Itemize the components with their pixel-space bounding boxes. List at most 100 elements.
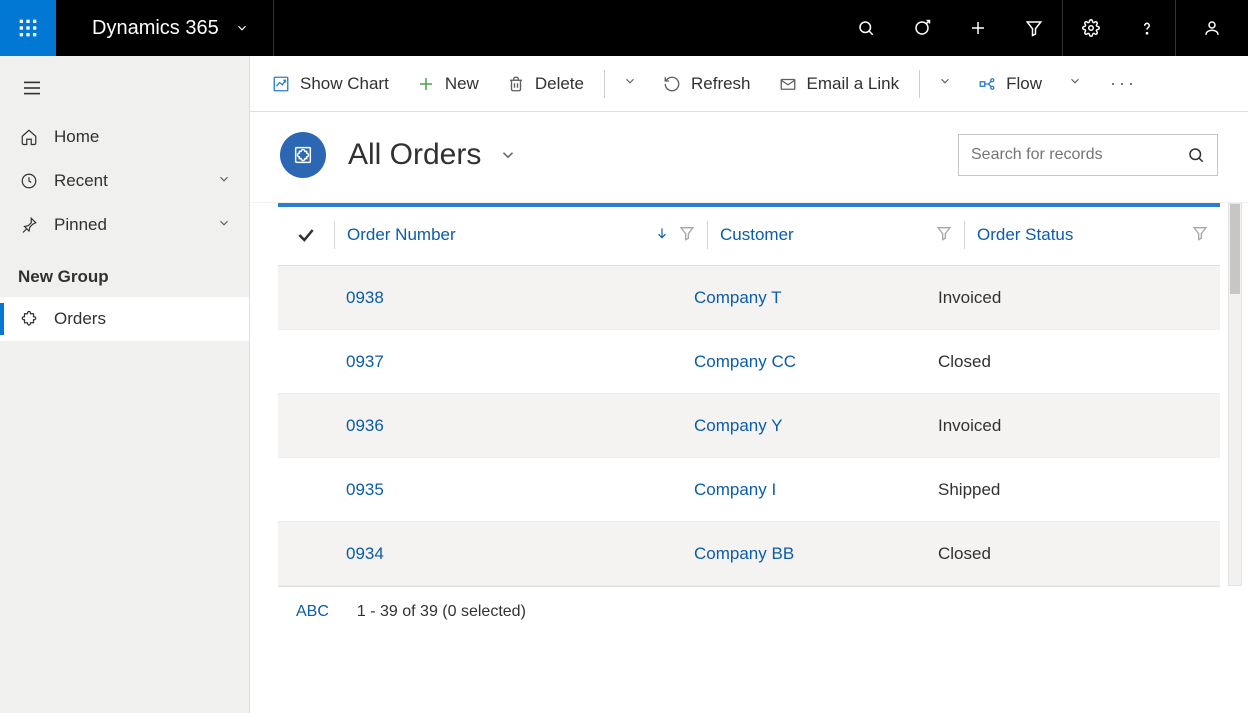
table-row[interactable]: 0938 Company T Invoiced: [278, 266, 1220, 330]
table-row[interactable]: 0936 Company Y Invoiced: [278, 394, 1220, 458]
column-label: Order Number: [347, 225, 456, 245]
cell-status: Closed: [938, 544, 1220, 564]
cell-customer[interactable]: Company T: [694, 288, 938, 308]
add-button[interactable]: [950, 0, 1006, 56]
cmd-label: New: [445, 74, 479, 94]
command-bar: Show Chart New Delete Refresh Email a Li…: [250, 56, 1248, 112]
cell-order-number[interactable]: 0935: [334, 480, 694, 500]
search-records-box[interactable]: [958, 134, 1218, 176]
cmd-label: Flow: [1006, 74, 1042, 94]
new-button[interactable]: New: [405, 66, 491, 102]
top-actions: [838, 0, 1248, 56]
flow-icon: [978, 75, 996, 93]
alpha-filter[interactable]: ABC: [296, 603, 329, 621]
sidebar-item-home[interactable]: Home: [0, 115, 249, 159]
delete-more-button[interactable]: [613, 66, 647, 101]
filter-column-button[interactable]: [936, 225, 952, 246]
pin-icon: [20, 216, 38, 234]
sidebar-item-pinned[interactable]: Pinned: [0, 203, 249, 247]
overflow-button[interactable]: ···: [1096, 65, 1151, 102]
account-button[interactable]: [1176, 0, 1248, 56]
waffle-icon: [18, 18, 38, 38]
hamburger-icon: [22, 80, 42, 96]
help-button[interactable]: [1119, 0, 1175, 56]
show-chart-button[interactable]: Show Chart: [260, 66, 401, 102]
brand-switcher[interactable]: Dynamics 365: [56, 0, 274, 56]
task-button[interactable]: [894, 0, 950, 56]
filter-column-button[interactable]: [1192, 225, 1208, 246]
select-all-checkbox[interactable]: [278, 225, 334, 245]
table-row[interactable]: 0937 Company CC Closed: [278, 330, 1220, 394]
cell-order-number[interactable]: 0938: [334, 288, 694, 308]
grid: Order Number Customer: [250, 203, 1248, 713]
flow-button[interactable]: Flow: [966, 66, 1054, 102]
cell-customer[interactable]: Company I: [694, 480, 938, 500]
refresh-button[interactable]: Refresh: [651, 66, 763, 102]
sidebar-item-label: Recent: [54, 171, 108, 191]
scrollbar-thumb[interactable]: [1230, 204, 1240, 294]
search-input[interactable]: [971, 146, 1187, 164]
cell-status: Invoiced: [938, 288, 1220, 308]
gear-icon: [1082, 19, 1100, 37]
search-icon: [1187, 146, 1205, 164]
cell-order-number[interactable]: 0937: [334, 352, 694, 372]
divider: [964, 221, 965, 249]
puzzle-icon: [20, 310, 38, 328]
sidebar-item-recent[interactable]: Recent: [0, 159, 249, 203]
column-header-customer[interactable]: Customer: [720, 225, 964, 246]
delete-button[interactable]: Delete: [495, 66, 596, 102]
app-launcher-button[interactable]: [0, 0, 56, 56]
filter-column-button[interactable]: [679, 225, 695, 246]
entity-icon: [280, 132, 326, 178]
home-icon: [20, 128, 38, 146]
email-link-more-button[interactable]: [928, 66, 962, 101]
scrollbar[interactable]: [1228, 203, 1242, 586]
divider: [334, 221, 335, 249]
cell-customer[interactable]: Company BB: [694, 544, 938, 564]
divider: [707, 221, 708, 249]
filter-button[interactable]: [1006, 0, 1062, 56]
column-header-order-status[interactable]: Order Status: [977, 225, 1220, 246]
refresh-icon: [663, 75, 681, 93]
record-summary: 1 - 39 of 39 (0 selected): [357, 603, 526, 621]
page-title: All Orders: [348, 138, 481, 172]
main-content: Show Chart New Delete Refresh Email a Li…: [250, 56, 1248, 713]
sidebar-item-orders[interactable]: Orders: [0, 297, 249, 341]
search-button[interactable]: [838, 0, 894, 56]
view-selector[interactable]: All Orders: [348, 138, 517, 172]
flow-more-button[interactable]: [1058, 66, 1092, 101]
sidebar-toggle[interactable]: [0, 66, 249, 115]
cmd-label: Show Chart: [300, 74, 389, 94]
column-label: Customer: [720, 225, 794, 245]
page-header: All Orders: [250, 112, 1248, 203]
table-row[interactable]: 0935 Company I Shipped: [278, 458, 1220, 522]
sidebar-item-label: Orders: [54, 309, 106, 329]
cell-customer[interactable]: Company CC: [694, 352, 938, 372]
cell-customer[interactable]: Company Y: [694, 416, 938, 436]
grid-body: 0938 Company T Invoiced 0937 Company CC …: [278, 266, 1220, 586]
cell-order-number[interactable]: 0936: [334, 416, 694, 436]
email-link-button[interactable]: Email a Link: [767, 66, 912, 102]
sidebar-group-label: New Group: [0, 247, 249, 297]
person-icon: [1203, 19, 1221, 37]
sort-desc-icon[interactable]: [655, 225, 669, 245]
cmd-label: Refresh: [691, 74, 751, 94]
chevron-down-icon: [623, 74, 637, 88]
sidebar: Home Recent Pinned New Group Orders: [0, 56, 250, 713]
cell-order-number[interactable]: 0934: [334, 544, 694, 564]
grid-footer: ABC 1 - 39 of 39 (0 selected): [278, 586, 1220, 645]
cmd-label: Email a Link: [807, 74, 900, 94]
target-icon: [913, 19, 931, 37]
chevron-down-icon: [499, 146, 517, 164]
divider: [919, 70, 920, 98]
cell-status: Shipped: [938, 480, 1220, 500]
table-row[interactable]: 0934 Company BB Closed: [278, 522, 1220, 586]
divider: [604, 70, 605, 98]
chevron-down-icon: [938, 74, 952, 88]
chevron-down-icon: [217, 172, 231, 186]
settings-button[interactable]: [1063, 0, 1119, 56]
column-header-order-number[interactable]: Order Number: [347, 225, 707, 246]
clock-icon: [20, 172, 38, 190]
brand-name: Dynamics 365: [92, 17, 219, 40]
check-icon: [296, 225, 316, 245]
